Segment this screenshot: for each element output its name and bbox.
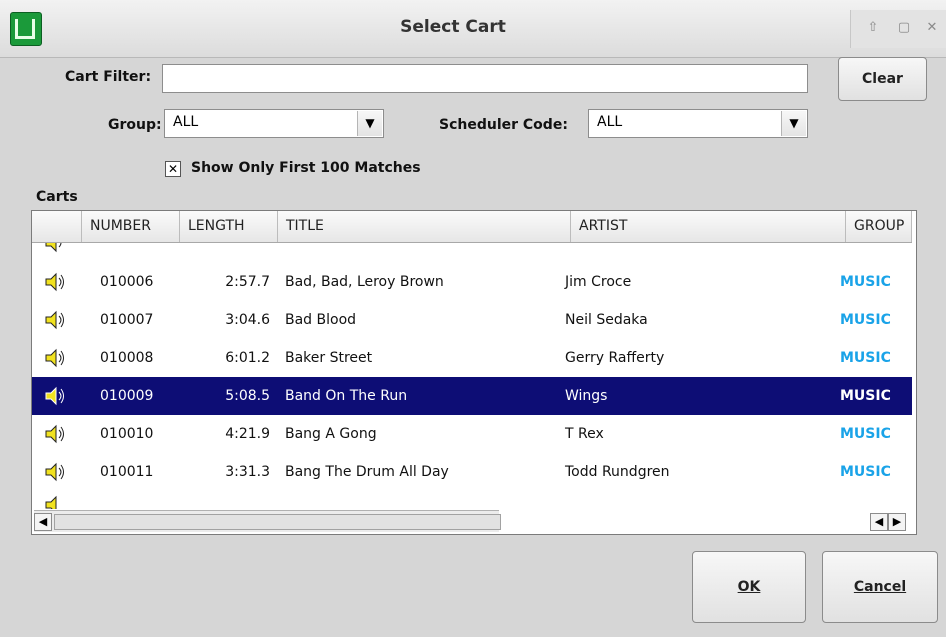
cart-number: 010011 [100, 464, 154, 480]
cart-length: 3:04.6 [225, 312, 270, 328]
cart-group: MUSIC [840, 274, 891, 290]
cart-length: 3:31.3 [225, 464, 270, 480]
chevron-down-icon: ▼ [357, 111, 382, 136]
column-title[interactable]: TITLE [278, 211, 571, 242]
show-first-checkbox[interactable]: ✕ [165, 161, 181, 177]
speaker-icon [45, 310, 64, 330]
table-row-partial[interactable] [32, 491, 912, 509]
cart-group: MUSIC [840, 426, 891, 442]
column-icon [32, 211, 82, 242]
column-artist[interactable]: ARTIST [571, 211, 846, 242]
cart-number: 010007 [100, 312, 154, 328]
cart-title: Band On The Run [285, 388, 408, 404]
clear-button[interactable]: Clear [838, 57, 927, 101]
cancel-button[interactable]: Cancel [822, 551, 938, 623]
ok-button[interactable]: OK [692, 551, 806, 623]
scroll-right-button[interactable]: ▶ [888, 513, 906, 531]
group-select[interactable]: ALL ▼ [164, 109, 384, 138]
carts-label: Carts [36, 189, 78, 205]
cart-number: 010009 [100, 388, 154, 404]
cart-number: 010006 [100, 274, 154, 290]
horizontal-scrollbar[interactable]: ◀ [34, 510, 501, 532]
window-title: Select Cart [400, 17, 506, 37]
cart-artist: Todd Rundgren [565, 464, 670, 480]
scroll-left-button[interactable]: ◀ [34, 513, 52, 531]
cart-title: Bad Blood [285, 312, 357, 328]
speaker-icon [45, 386, 64, 406]
cart-artist: Wings [565, 388, 608, 404]
cart-filter-label: Cart Filter: [65, 69, 152, 85]
scheduler-code-value: ALL [597, 114, 623, 130]
cart-artist: Gerry Rafferty [565, 350, 665, 366]
cart-length: 2:57.7 [225, 274, 270, 290]
cart-title: Baker Street [285, 350, 373, 366]
cart-group: MUSIC [840, 350, 891, 366]
table-row[interactable]: 010011 3:31.3 Bang The Drum All Day Todd… [32, 453, 912, 491]
cart-title: Bang A Gong [285, 426, 377, 442]
table-row-partial[interactable] [32, 243, 912, 263]
cart-artist: T Rex [565, 426, 604, 442]
table-row[interactable]: 010006 2:57.7 Bad, Bad, Leroy Brown Jim … [32, 263, 912, 301]
column-number[interactable]: NUMBER [82, 211, 180, 242]
chevron-down-icon: ▼ [781, 111, 806, 136]
table-row[interactable]: 010010 4:21.9 Bang A Gong T Rex MUSIC [32, 415, 912, 453]
speaker-icon [45, 462, 64, 482]
scheduler-code-label: Scheduler Code: [439, 117, 568, 133]
speaker-icon [45, 272, 64, 292]
up-icon[interactable]: ⇧ [865, 20, 881, 36]
table-header: NUMBER LENGTH TITLE ARTIST GROUP [32, 211, 912, 243]
cart-number: 010008 [100, 350, 154, 366]
cart-filter-input[interactable] [162, 64, 808, 93]
title-bar: Select Cart ⇧ ▢ ✕ [0, 0, 946, 58]
speaker-icon [45, 243, 62, 253]
group-value: ALL [173, 114, 199, 130]
select-cart-dialog: Select Cart ⇧ ▢ ✕ Cart Filter: Clear Gro… [0, 0, 946, 637]
speaker-icon [45, 348, 64, 368]
cart-group: MUSIC [840, 388, 891, 404]
table-row[interactable]: 010007 3:04.6 Bad Blood Neil Sedaka MUSI… [32, 301, 912, 339]
cart-length: 5:08.5 [225, 388, 270, 404]
speaker-icon [45, 495, 57, 509]
group-label: Group: [108, 117, 162, 133]
cart-group: MUSIC [840, 312, 891, 328]
vertical-scrollbar[interactable]: ▲ ▲ ▼ [916, 214, 917, 533]
cart-group: MUSIC [840, 464, 891, 480]
column-group[interactable]: GROUP [846, 211, 912, 242]
table-row[interactable]: 010008 6:01.2 Baker Street Gerry Raffert… [32, 339, 912, 377]
window-controls: ⇧ ▢ ✕ [850, 10, 946, 48]
scheduler-code-select[interactable]: ALL ▼ [588, 109, 808, 138]
close-icon[interactable]: ✕ [924, 20, 940, 36]
cart-artist: Jim Croce [565, 274, 632, 290]
cart-number: 010010 [100, 426, 154, 442]
show-first-label: Show Only First 100 Matches [191, 160, 421, 176]
cart-title: Bad, Bad, Leroy Brown [285, 274, 444, 290]
cart-length: 6:01.2 [225, 350, 270, 366]
table-row-selected[interactable]: 010009 5:08.5 Band On The Run Wings MUSI… [32, 377, 912, 415]
carts-table[interactable]: NUMBER LENGTH TITLE ARTIST GROUP 010006 … [31, 210, 917, 535]
speaker-icon [45, 424, 64, 444]
maximize-icon[interactable]: ▢ [896, 20, 912, 36]
cart-title: Bang The Drum All Day [285, 464, 449, 480]
cart-length: 4:21.9 [225, 426, 270, 442]
scroll-left-button-small[interactable]: ◀ [870, 513, 888, 531]
cart-artist: Neil Sedaka [565, 312, 648, 328]
horizontal-scroll-thumb[interactable] [54, 514, 501, 530]
column-length[interactable]: LENGTH [180, 211, 278, 242]
